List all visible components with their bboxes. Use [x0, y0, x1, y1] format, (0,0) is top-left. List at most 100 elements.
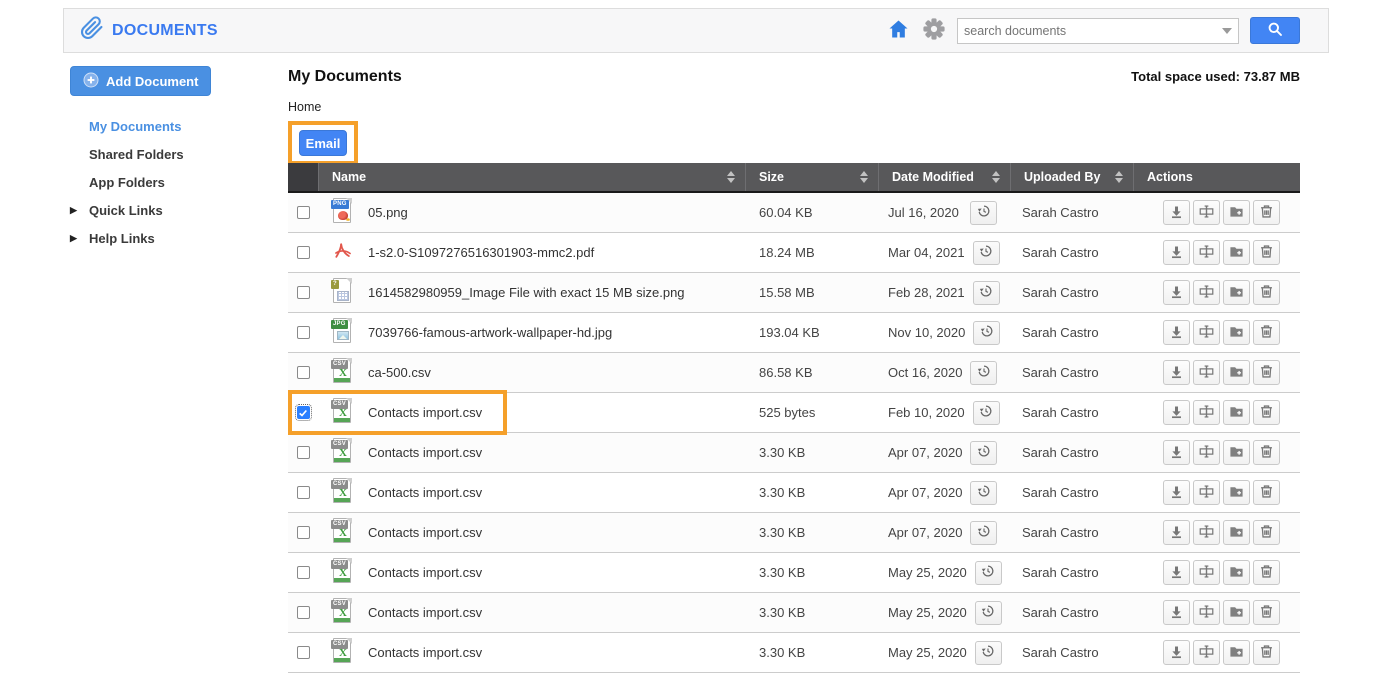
row-checkbox[interactable]	[297, 406, 310, 419]
delete-button[interactable]	[1253, 280, 1280, 305]
row-checkbox[interactable]	[297, 606, 310, 619]
sidebar-item-my-documents[interactable]: My Documents	[70, 112, 285, 140]
search-dropdown-caret[interactable]	[1216, 28, 1238, 34]
rename-button[interactable]	[1193, 240, 1220, 265]
file-name[interactable]: ca-500.csv	[368, 365, 431, 380]
column-header-size[interactable]: Size	[745, 163, 878, 191]
delete-button[interactable]	[1253, 600, 1280, 625]
sort-icon[interactable]	[992, 171, 1000, 183]
delete-button[interactable]	[1253, 520, 1280, 545]
home-button[interactable]	[886, 18, 911, 44]
add-document-button[interactable]: Add Document	[70, 66, 211, 96]
file-name[interactable]: 1614582980959_Image File with exact 15 M…	[368, 285, 685, 300]
row-checkbox[interactable]	[297, 246, 310, 259]
rename-button[interactable]	[1193, 280, 1220, 305]
file-name[interactable]: 7039766-famous-artwork-wallpaper-hd.jpg	[368, 325, 612, 340]
rename-button[interactable]	[1193, 360, 1220, 385]
file-name[interactable]: 1-s2.0-S1097276516301903-mmc2.pdf	[368, 245, 594, 260]
version-history-button[interactable]	[973, 401, 1000, 425]
version-history-button[interactable]	[970, 201, 997, 225]
sort-icon[interactable]	[727, 171, 735, 183]
move-to-folder-button[interactable]	[1223, 480, 1250, 505]
move-to-folder-button[interactable]	[1223, 600, 1250, 625]
sidebar-item-help-links[interactable]: ▶Help Links	[70, 224, 285, 252]
file-name[interactable]: Contacts import.csv	[368, 525, 482, 540]
rename-button[interactable]	[1193, 520, 1220, 545]
row-checkbox[interactable]	[297, 286, 310, 299]
rename-button[interactable]	[1193, 200, 1220, 225]
row-checkbox[interactable]	[297, 526, 310, 539]
breadcrumb[interactable]: Home	[288, 100, 321, 114]
expand-arrow-icon[interactable]: ▶	[70, 233, 89, 244]
move-to-folder-button[interactable]	[1223, 400, 1250, 425]
row-checkbox[interactable]	[297, 206, 310, 219]
download-button[interactable]	[1163, 280, 1190, 305]
settings-button[interactable]	[922, 17, 946, 44]
email-button[interactable]: Email	[299, 130, 347, 156]
delete-button[interactable]	[1253, 320, 1280, 345]
delete-button[interactable]	[1253, 440, 1280, 465]
row-checkbox[interactable]	[297, 486, 310, 499]
version-history-button[interactable]	[970, 481, 997, 505]
rename-button[interactable]	[1193, 640, 1220, 665]
download-button[interactable]	[1163, 520, 1190, 545]
rename-button[interactable]	[1193, 480, 1220, 505]
file-name[interactable]: 05.png	[368, 205, 408, 220]
download-button[interactable]	[1163, 200, 1190, 225]
version-history-button[interactable]	[973, 241, 1000, 265]
move-to-folder-button[interactable]	[1223, 320, 1250, 345]
version-history-button[interactable]	[973, 321, 1000, 345]
move-to-folder-button[interactable]	[1223, 280, 1250, 305]
rename-button[interactable]	[1193, 320, 1220, 345]
rename-button[interactable]	[1193, 400, 1220, 425]
delete-button[interactable]	[1253, 640, 1280, 665]
download-button[interactable]	[1163, 360, 1190, 385]
delete-button[interactable]	[1253, 240, 1280, 265]
sort-icon[interactable]	[860, 171, 868, 183]
download-button[interactable]	[1163, 560, 1190, 585]
move-to-folder-button[interactable]	[1223, 440, 1250, 465]
download-button[interactable]	[1163, 480, 1190, 505]
move-to-folder-button[interactable]	[1223, 640, 1250, 665]
rename-button[interactable]	[1193, 560, 1220, 585]
search-button[interactable]	[1250, 17, 1300, 44]
column-header-date[interactable]: Date Modified	[878, 163, 1010, 191]
file-name[interactable]: Contacts import.csv	[368, 485, 482, 500]
download-button[interactable]	[1163, 240, 1190, 265]
sidebar-item-quick-links[interactable]: ▶Quick Links	[70, 196, 285, 224]
download-button[interactable]	[1163, 320, 1190, 345]
version-history-button[interactable]	[975, 561, 1002, 585]
row-checkbox[interactable]	[297, 446, 310, 459]
file-name[interactable]: Contacts import.csv	[368, 645, 482, 660]
rename-button[interactable]	[1193, 440, 1220, 465]
column-header-user[interactable]: Uploaded By	[1010, 163, 1133, 191]
move-to-folder-button[interactable]	[1223, 560, 1250, 585]
sort-icon[interactable]	[1115, 171, 1123, 183]
download-button[interactable]	[1163, 640, 1190, 665]
version-history-button[interactable]	[970, 361, 997, 385]
download-button[interactable]	[1163, 600, 1190, 625]
download-button[interactable]	[1163, 440, 1190, 465]
file-name[interactable]: Contacts import.csv	[368, 445, 482, 460]
file-name[interactable]: Contacts import.csv	[368, 605, 482, 620]
version-history-button[interactable]	[970, 521, 997, 545]
rename-button[interactable]	[1193, 600, 1220, 625]
file-name[interactable]: Contacts import.csv	[368, 405, 482, 420]
row-checkbox[interactable]	[297, 646, 310, 659]
row-checkbox[interactable]	[297, 566, 310, 579]
version-history-button[interactable]	[975, 641, 1002, 665]
move-to-folder-button[interactable]	[1223, 200, 1250, 225]
version-history-button[interactable]	[973, 281, 1000, 305]
delete-button[interactable]	[1253, 560, 1280, 585]
move-to-folder-button[interactable]	[1223, 360, 1250, 385]
version-history-button[interactable]	[975, 601, 1002, 625]
move-to-folder-button[interactable]	[1223, 520, 1250, 545]
sidebar-item-shared-folders[interactable]: Shared Folders	[70, 140, 285, 168]
row-checkbox[interactable]	[297, 366, 310, 379]
delete-button[interactable]	[1253, 360, 1280, 385]
sidebar-item-app-folders[interactable]: App Folders	[70, 168, 285, 196]
move-to-folder-button[interactable]	[1223, 240, 1250, 265]
file-name[interactable]: Contacts import.csv	[368, 565, 482, 580]
delete-button[interactable]	[1253, 400, 1280, 425]
column-header-name[interactable]: Name	[318, 163, 745, 191]
